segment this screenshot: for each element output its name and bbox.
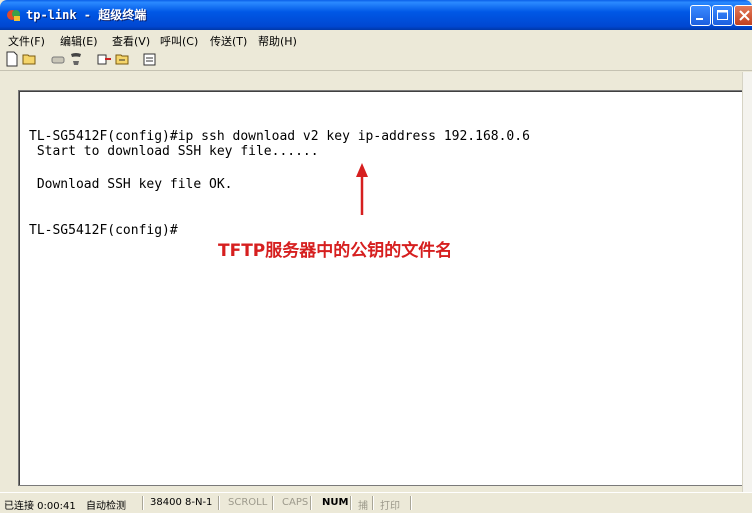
- status-divider: [410, 496, 411, 510]
- menu-view[interactable]: 查看(V): [112, 33, 150, 49]
- minimize-button[interactable]: [690, 5, 711, 26]
- menu-call[interactable]: 呼叫(C): [160, 33, 198, 49]
- status-settings: 38400 8-N-1: [150, 497, 213, 508]
- terminal-screen[interactable]: TL-SG5412F(config)#ip ssh download v2 ke…: [18, 90, 744, 486]
- annotation-arrow-icon: [356, 163, 368, 215]
- call-icon[interactable]: [68, 51, 84, 67]
- terminal-line-ok: Download SSH key file OK.: [29, 177, 233, 192]
- menu-transfer[interactable]: 传送(T): [210, 33, 247, 49]
- annotation-label: TFTP服务器中的公钥的文件名: [218, 241, 453, 261]
- status-print: 打印: [380, 501, 400, 512]
- menu-file[interactable]: 文件(F): [8, 33, 45, 49]
- toolbar: [0, 48, 752, 71]
- status-num: NUM: [322, 497, 349, 508]
- status-capture: 捕: [358, 501, 368, 512]
- status-divider: [310, 496, 311, 510]
- open-icon[interactable]: [22, 51, 38, 67]
- title-bar[interactable]: tp-link - 超级终端: [0, 0, 752, 30]
- terminal-line-command: TL-SG5412F(config)#ip ssh download v2 ke…: [29, 129, 530, 144]
- maximize-button[interactable]: [712, 5, 733, 26]
- menu-edit[interactable]: 编辑(E): [60, 33, 98, 49]
- close-icon: [739, 10, 750, 21]
- status-bar: 已连接 0:00:41 自动检测 38400 8-N-1 SCROLL CAPS…: [0, 492, 752, 513]
- window-title: tp-link - 超级终端: [26, 8, 147, 22]
- status-divider: [272, 496, 273, 510]
- new-icon[interactable]: [4, 51, 20, 67]
- terminal-line-prompt: TL-SG5412F(config)#: [29, 223, 178, 238]
- maximize-icon: [717, 10, 728, 20]
- status-divider: [350, 496, 351, 510]
- status-scroll: SCROLL: [228, 497, 268, 508]
- close-button[interactable]: [734, 5, 752, 26]
- terminal-line-start: Start to download SSH key file......: [29, 144, 319, 159]
- menu-help[interactable]: 帮助(H): [258, 33, 297, 49]
- hyperterminal-icon: [7, 10, 20, 21]
- status-divider: [218, 496, 219, 510]
- status-divider: [142, 496, 143, 510]
- status-caps: CAPS: [282, 497, 309, 508]
- send-icon[interactable]: [96, 51, 112, 67]
- menu-bar: 文件(F) 编辑(E) 查看(V) 呼叫(C) 传送(T) 帮助(H): [0, 30, 752, 48]
- status-divider: [372, 496, 373, 510]
- vertical-scrollbar[interactable]: [742, 72, 752, 492]
- disconnect-icon[interactable]: [50, 51, 66, 67]
- properties-icon[interactable]: [142, 51, 158, 67]
- receive-icon[interactable]: [114, 51, 130, 67]
- minimize-icon: [696, 18, 703, 20]
- status-connected: 已连接 0:00:41: [4, 501, 76, 512]
- status-detect: 自动检测: [86, 501, 126, 512]
